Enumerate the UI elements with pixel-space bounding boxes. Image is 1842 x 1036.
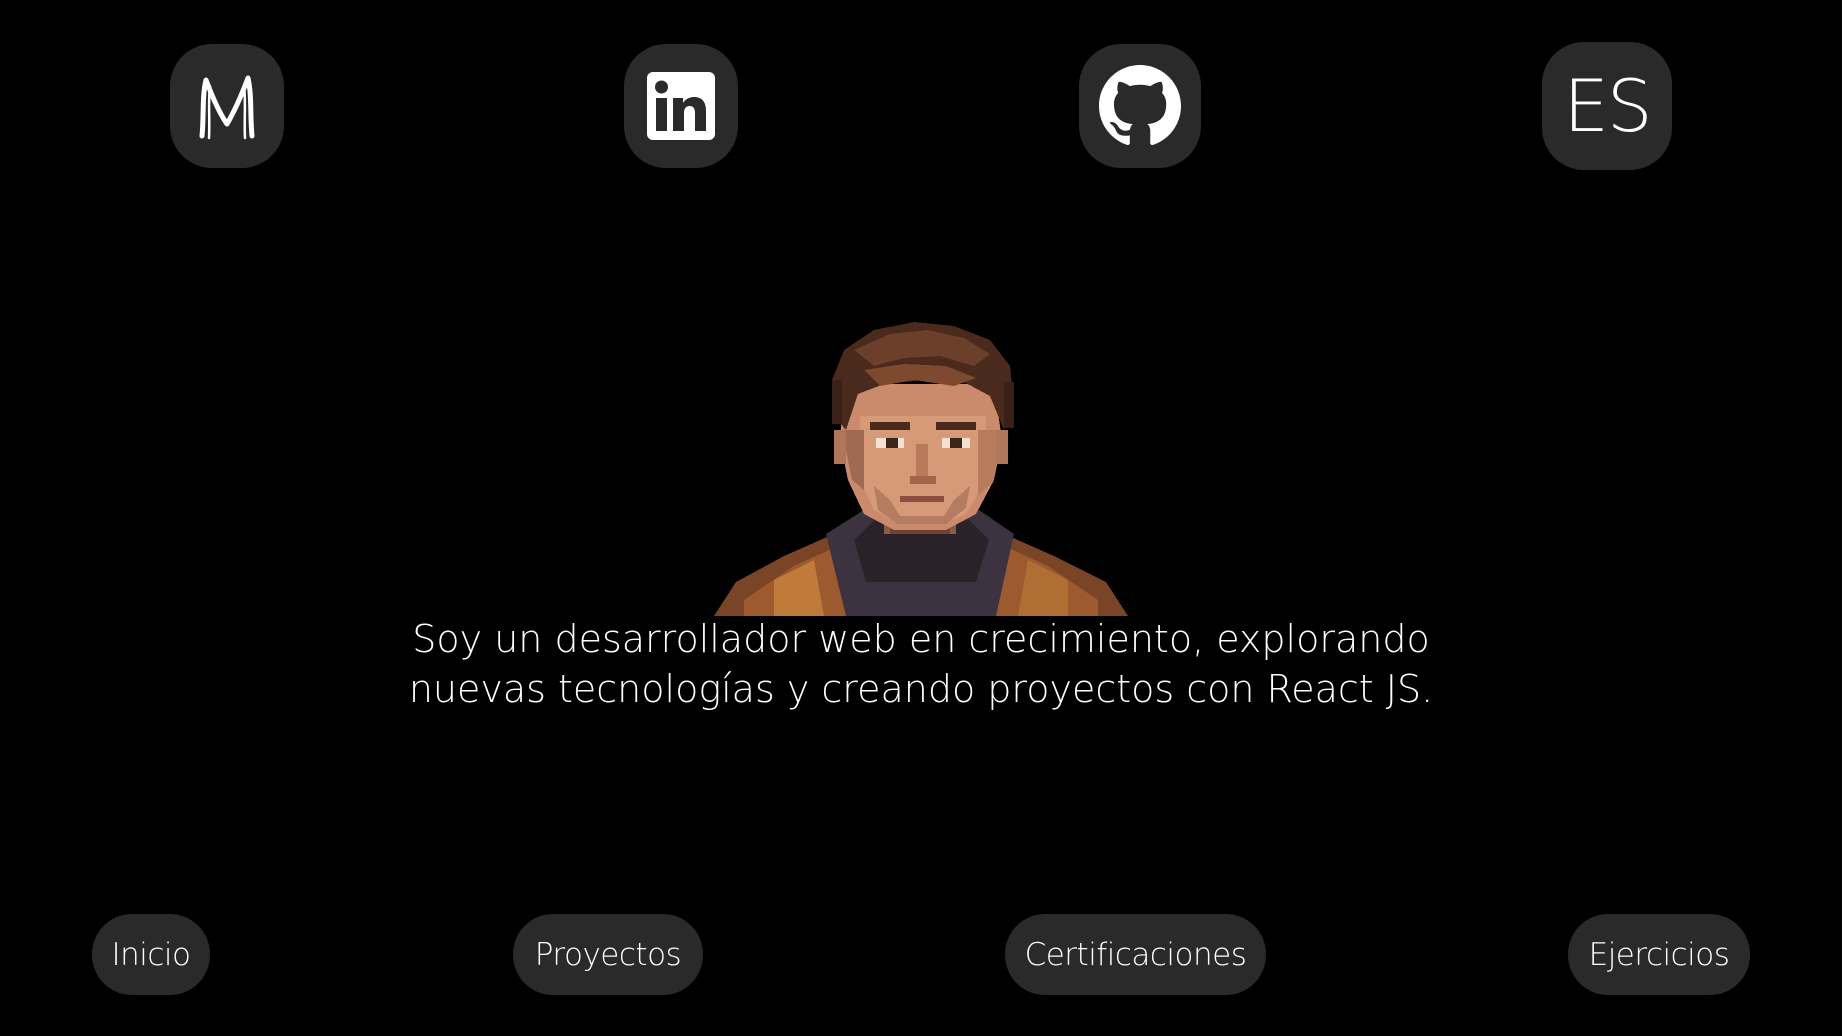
nav-ejercicios-button[interactable]: Ejercicios <box>1568 914 1750 995</box>
bio-text: Soy un desarrollador web en crecimiento,… <box>300 614 1542 714</box>
github-icon <box>1099 65 1181 145</box>
avatar <box>714 322 1128 616</box>
bio-line-1: Soy un desarrollador web en crecimiento,… <box>412 617 1430 661</box>
page: ES Soy un desarrollador web en crecimien… <box>0 0 1842 1036</box>
language-label: ES <box>1563 64 1652 148</box>
language-toggle-button[interactable]: ES <box>1542 42 1672 170</box>
m-monogram-icon <box>199 75 255 140</box>
nav-proyectos-button[interactable]: Proyectos <box>513 914 703 995</box>
linkedin-icon <box>647 72 715 140</box>
nav-certificaciones-button[interactable]: Certificaciones <box>1005 914 1266 995</box>
logo-button[interactable] <box>170 44 284 168</box>
bio-line-2: nuevas tecnologías y creando proyectos c… <box>408 667 1434 711</box>
nav-inicio-button[interactable]: Inicio <box>92 914 210 995</box>
linkedin-button[interactable] <box>624 44 738 168</box>
github-button[interactable] <box>1079 44 1201 168</box>
